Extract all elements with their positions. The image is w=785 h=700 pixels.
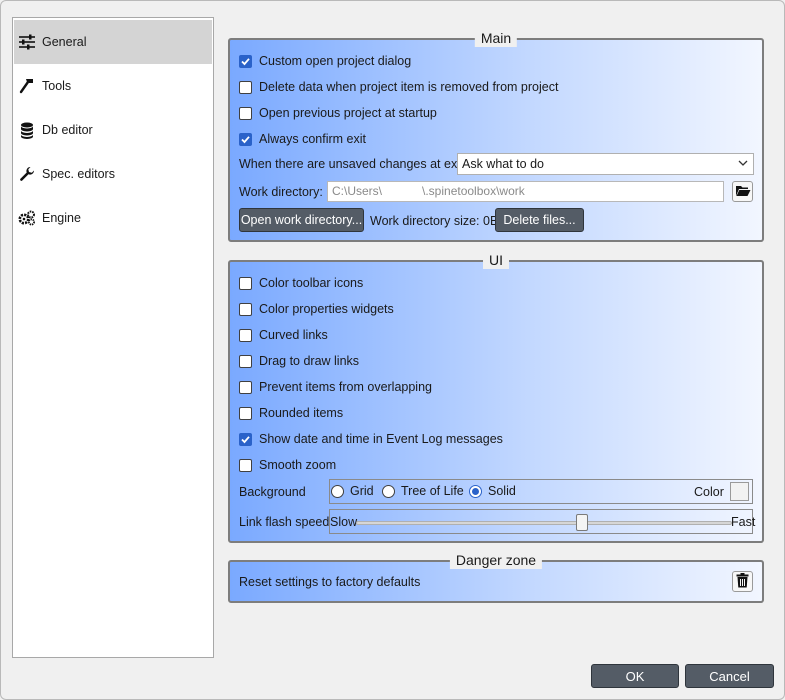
sliders-icon: [18, 33, 36, 51]
checkbox-unchecked-icon: [239, 458, 252, 472]
background-radio-tree-of-life[interactable]: Tree of Life: [382, 484, 464, 498]
checkbox-unchecked-icon: [239, 406, 252, 420]
cancel-button[interactable]: Cancel: [685, 664, 774, 688]
checkbox-label: Delete data when project item is removed…: [259, 80, 559, 94]
checkbox-label: Color properties widgets: [259, 302, 394, 316]
show-date-time-event-log-checkbox[interactable]: Show date and time in Event Log messages: [239, 430, 503, 448]
checkbox-label: Custom open project dialog: [259, 54, 412, 68]
sidebar-item-label: Tools: [42, 79, 72, 93]
unsaved-changes-value: Ask what to do: [462, 157, 544, 171]
sidebar-item-general[interactable]: General: [14, 20, 212, 64]
checkbox-unchecked-icon: [239, 354, 252, 368]
open-folder-icon: [735, 184, 751, 200]
checkbox-label: Always confirm exit: [259, 132, 366, 146]
danger-zone-group: Danger zone Reset settings to factory de…: [228, 551, 764, 603]
sidebar-item-label: General: [42, 35, 87, 49]
fast-label: Fast: [731, 515, 756, 529]
sidebar-item-tools[interactable]: Tools: [14, 64, 212, 108]
delete-data-on-remove-checkbox[interactable]: Delete data when project item is removed…: [239, 78, 558, 96]
rounded-items-checkbox[interactable]: Rounded items: [239, 404, 343, 422]
danger-zone-title: Danger zone: [449, 551, 543, 569]
background-options-frame: Grid Tree of Life Solid Color: [329, 479, 753, 504]
trash-icon: [736, 572, 749, 591]
work-directory-label: Work directory:: [239, 185, 323, 199]
sidebar-item-engine[interactable]: Engine: [14, 196, 212, 240]
hammer-icon: [18, 77, 36, 95]
checkbox-unchecked-icon: [239, 80, 252, 94]
checkbox-label: Rounded items: [259, 406, 344, 420]
reset-settings-button[interactable]: [732, 571, 753, 592]
background-radio-grid[interactable]: Grid: [331, 484, 374, 498]
open-previous-project-checkbox[interactable]: Open previous project at startup: [239, 104, 437, 122]
slow-label: Slow: [330, 515, 358, 529]
sidebar-item-spec-editors[interactable]: Spec. editors: [14, 152, 212, 196]
radio-label: Tree of Life: [401, 484, 464, 498]
delete-files-button[interactable]: Delete files...: [495, 208, 584, 232]
ui-group-title: UI: [483, 251, 509, 269]
drag-to-draw-links-checkbox[interactable]: Drag to draw links: [239, 352, 359, 370]
color-toolbar-icons-checkbox[interactable]: Color toolbar icons: [239, 274, 363, 292]
prevent-overlapping-checkbox[interactable]: Prevent items from overlapping: [239, 378, 432, 396]
curved-links-checkbox[interactable]: Curved links: [239, 326, 328, 344]
checkbox-unchecked-icon: [239, 276, 252, 290]
database-icon: [18, 121, 36, 139]
sidebar-item-db-editor[interactable]: Db editor: [14, 108, 212, 152]
checkbox-checked-icon: [239, 54, 252, 68]
unsaved-changes-label: When there are unsaved changes at exit:: [239, 157, 467, 171]
background-color-button[interactable]: [730, 482, 749, 501]
wrench-icon: [18, 165, 36, 183]
background-radio-solid[interactable]: Solid: [469, 484, 516, 498]
radio-label: Grid: [350, 484, 374, 498]
checkbox-checked-icon: [239, 432, 252, 446]
link-flash-slider-track[interactable]: [356, 521, 732, 525]
checkbox-unchecked-icon: [239, 380, 252, 394]
checkbox-label: Smooth zoom: [259, 458, 337, 472]
checkbox-unchecked-icon: [239, 302, 252, 316]
browse-folder-button[interactable]: [732, 181, 753, 202]
custom-open-project-dialog-checkbox[interactable]: Custom open project dialog: [239, 52, 411, 70]
link-flash-speed-label: Link flash speed: [239, 515, 330, 529]
radio-unselected-icon: [331, 484, 344, 498]
open-work-directory-button[interactable]: Open work directory...: [239, 208, 364, 232]
link-flash-slider-frame: Slow Fast: [329, 509, 756, 534]
color-label: Color: [694, 485, 724, 499]
background-label: Background: [239, 485, 306, 499]
work-directory-size-label: Work directory size: 0B: [370, 214, 499, 228]
chevron-down-icon: [737, 157, 749, 172]
checkbox-checked-icon: [239, 132, 252, 146]
settings-sidebar: General Tools Db editor Spec. editors En…: [12, 17, 214, 658]
ok-button[interactable]: OK: [591, 664, 679, 688]
checkbox-label: Color toolbar icons: [259, 276, 364, 290]
ui-group: UI Color toolbar icons Color properties …: [228, 251, 764, 543]
checkbox-label: Show date and time in Event Log messages: [259, 432, 503, 446]
color-properties-widgets-checkbox[interactable]: Color properties widgets: [239, 300, 394, 318]
checkbox-unchecked-icon: [239, 106, 252, 120]
radio-unselected-icon: [382, 484, 395, 498]
sidebar-item-label: Db editor: [42, 123, 93, 137]
reset-settings-label: Reset settings to factory defaults: [239, 575, 421, 589]
checkbox-label: Curved links: [259, 328, 328, 342]
checkbox-label: Open previous project at startup: [259, 106, 437, 120]
always-confirm-exit-checkbox[interactable]: Always confirm exit: [239, 130, 366, 148]
radio-label: Solid: [488, 484, 516, 498]
checkbox-label: Prevent items from overlapping: [259, 380, 432, 394]
radio-selected-icon: [469, 484, 482, 498]
main-group: Main Custom open project dialog Delete d…: [228, 29, 764, 242]
sidebar-item-label: Spec. editors: [42, 167, 115, 181]
main-group-title: Main: [474, 29, 518, 47]
link-flash-slider-handle[interactable]: [575, 514, 588, 531]
sidebar-item-label: Engine: [42, 211, 81, 225]
cogs-icon: [18, 209, 36, 227]
unsaved-changes-select[interactable]: Ask what to do: [457, 153, 754, 175]
checkbox-label: Drag to draw links: [259, 354, 360, 368]
checkbox-unchecked-icon: [239, 328, 252, 342]
work-directory-input[interactable]: C:\Users\ \.spinetoolbox\work: [327, 181, 724, 202]
smooth-zoom-checkbox[interactable]: Smooth zoom: [239, 456, 336, 474]
